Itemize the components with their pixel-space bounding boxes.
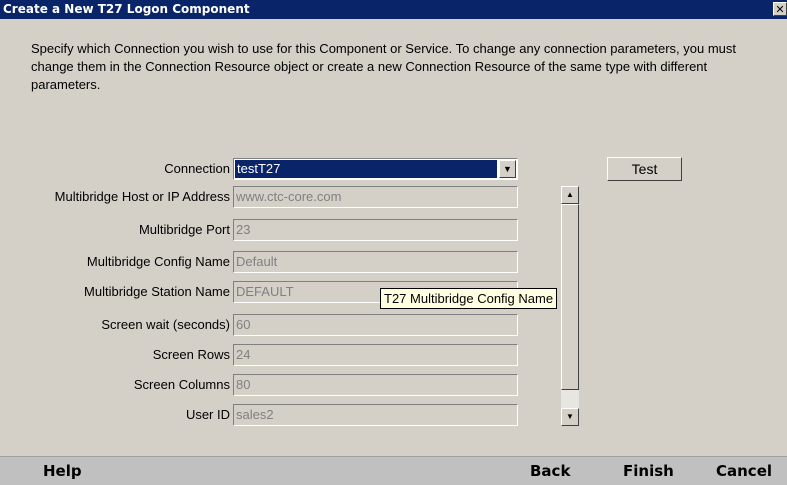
description-text: Specify which Connection you wish to use… — [31, 41, 737, 92]
scrollbar-thumb[interactable] — [561, 204, 579, 390]
user-id-field[interactable]: sales2 — [233, 404, 518, 426]
field-label-screen-wait: Screen wait (seconds) — [101, 317, 230, 332]
title-bar: Create a New T27 Logon Component ✕ — [0, 0, 787, 19]
screen-columns-field[interactable]: 80 — [233, 374, 518, 396]
connection-select[interactable]: testT27 ▼ — [233, 158, 518, 180]
field-label-screen-rows: Screen Rows — [152, 347, 230, 362]
close-icon: ✕ — [775, 3, 785, 16]
back-button[interactable]: Back — [530, 462, 570, 480]
field-label-config-name: Multibridge Config Name — [86, 254, 230, 269]
port-field[interactable]: 23 — [233, 219, 518, 241]
scroll-down-icon[interactable]: ▼ — [561, 408, 579, 426]
cancel-button[interactable]: Cancel — [716, 462, 772, 480]
tooltip: T27 Multibridge Config Name — [380, 288, 558, 309]
window-title: Create a New T27 Logon Component — [3, 2, 250, 16]
vertical-scrollbar[interactable]: ▲ ▼ — [561, 186, 579, 426]
field-label-station-name: Multibridge Station Name — [84, 284, 230, 299]
connection-selected-value: testT27 — [235, 160, 497, 178]
close-button[interactable]: ✕ — [773, 2, 787, 16]
screen-wait-field[interactable]: 60 — [233, 314, 518, 336]
wizard-footer: Help Back Finish Cancel — [0, 456, 787, 485]
chevron-down-icon[interactable]: ▼ — [499, 160, 516, 178]
config-name-field[interactable]: Default — [233, 251, 518, 273]
scroll-up-icon[interactable]: ▲ — [561, 186, 579, 204]
field-label-screen-columns: Screen Columns — [133, 377, 230, 392]
screen-rows-field[interactable]: 24 — [233, 344, 518, 366]
connection-label: Connection — [164, 161, 230, 176]
field-label-port: Multibridge Port — [138, 222, 230, 237]
test-button[interactable]: Test — [607, 157, 682, 181]
field-label-host: Multibridge Host or IP Address — [54, 189, 230, 204]
host-field[interactable]: www.ctc-core.com — [233, 186, 518, 208]
finish-button[interactable]: Finish — [623, 462, 674, 480]
help-button[interactable]: Help — [43, 462, 82, 480]
field-label-user-id: User ID — [185, 407, 230, 422]
